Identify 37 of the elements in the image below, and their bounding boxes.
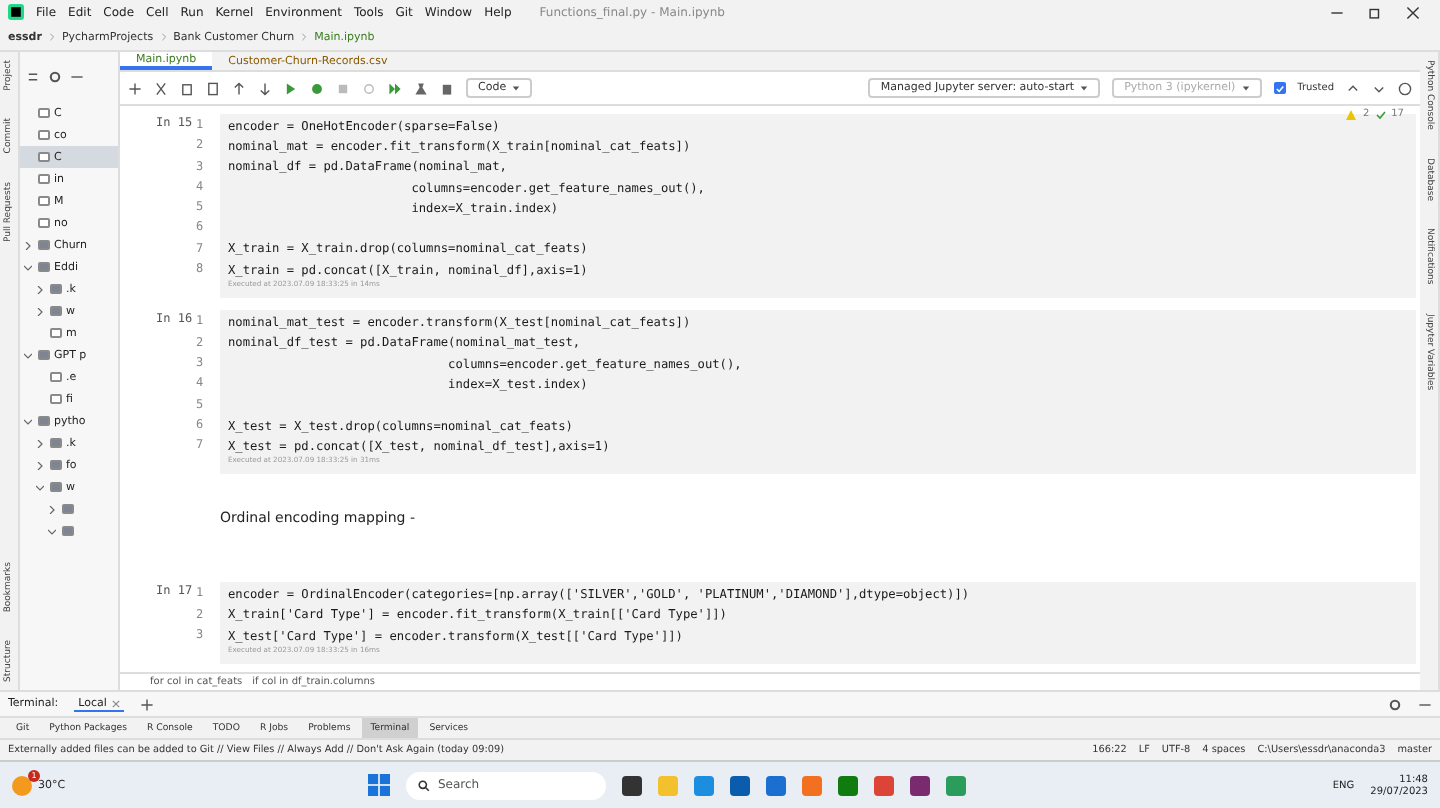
- close-icon[interactable]: [1406, 5, 1420, 19]
- run-icon[interactable]: [284, 81, 298, 95]
- warning-icon: [1346, 109, 1357, 119]
- caret-icon: [1080, 84, 1089, 92]
- file-icon: [50, 328, 62, 338]
- chevron-icon[interactable]: [48, 505, 56, 513]
- chevron-right-icon: [159, 32, 168, 42]
- caret-icon: [512, 84, 521, 92]
- plus-icon[interactable]: [128, 81, 142, 95]
- chevron-icon[interactable]: [24, 417, 32, 425]
- search-icon: [418, 779, 430, 791]
- chevron-right-icon: [47, 32, 56, 42]
- chevron-up-icon[interactable]: [1346, 81, 1360, 95]
- chevron-icon[interactable]: [36, 461, 44, 469]
- minimize-icon[interactable]: [70, 70, 84, 84]
- code-cell[interactable]: [220, 114, 1416, 299]
- start-icon[interactable]: [368, 774, 390, 796]
- restore-icon[interactable]: [1368, 5, 1382, 19]
- chevron-icon[interactable]: [36, 307, 44, 315]
- chevron-icon[interactable]: [24, 351, 32, 359]
- chevron-icon[interactable]: [24, 263, 32, 271]
- up-arrow-icon[interactable]: [232, 81, 246, 95]
- chevron-down-icon[interactable]: [1372, 81, 1386, 95]
- app-logo-icon: [8, 4, 24, 20]
- folder-icon: [38, 350, 50, 360]
- chevron-icon[interactable]: [36, 285, 44, 293]
- down-arrow-icon[interactable]: [258, 81, 272, 95]
- chevron-right-icon: [300, 32, 309, 42]
- chevron-icon[interactable]: [36, 483, 44, 491]
- run-all-icon[interactable]: [388, 81, 402, 95]
- chevron-icon[interactable]: [24, 241, 32, 249]
- chevron-icon[interactable]: [36, 439, 44, 447]
- chevron-icon[interactable]: [48, 527, 56, 535]
- checkmark-icon: [1375, 109, 1386, 119]
- trusted-checkbox[interactable]: [1273, 82, 1286, 94]
- plus-icon[interactable]: [140, 697, 155, 711]
- caret-icon: [1241, 84, 1250, 92]
